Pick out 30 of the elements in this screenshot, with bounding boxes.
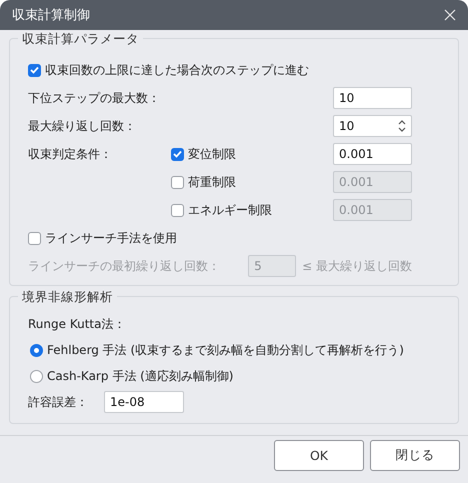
field-label: 最大繰り返し回数： (28, 118, 137, 134)
field-label: ラインサーチの最初繰り返し回数： (28, 258, 221, 274)
field-label: 許容誤差： (28, 394, 89, 410)
checkbox-label: 変位制限 (188, 146, 236, 162)
field-label: 下位ステップの最大数： (28, 90, 161, 106)
input-field[interactable]: 1e-08 (104, 391, 184, 413)
radio-button[interactable] (30, 344, 43, 356)
group-title: 収束計算パラメータ (18, 31, 143, 48)
field-suffix: ≤ 最大繰り返し回数 (302, 258, 412, 274)
radio-label: Cash-Karp 手法 (適応刻み幅制御) (47, 368, 234, 384)
checkbox[interactable] (28, 64, 41, 76)
radio-label: Fehlberg 手法 (収束するまで刻み幅を自動分割して再解析を行う) (47, 342, 404, 358)
checkbox-label: ラインサーチ手法を使用 (45, 230, 177, 246)
group-title: 境界非線形解析 (18, 289, 117, 306)
spinner-arrows-icon[interactable] (398, 119, 406, 133)
input-field[interactable]: 10 (333, 87, 412, 109)
checkbox-label: エネルギー制限 (188, 202, 272, 218)
radio-button[interactable] (30, 370, 43, 382)
checkbox[interactable] (28, 232, 41, 244)
checkbox-label: 収束回数の上限に達した場合次のステップに進む (45, 62, 309, 78)
dialog-button[interactable]: OK (274, 440, 364, 471)
field-label: 収束判定条件： (28, 146, 113, 162)
input-field[interactable]: 0.001 (333, 143, 412, 165)
field-label: Runge Kutta法： (28, 316, 126, 332)
close-icon[interactable] (444, 9, 456, 21)
spin-field[interactable]: 10 (333, 115, 412, 137)
window-title: 収束計算制御 (12, 7, 90, 24)
dialog-button[interactable]: 閉じる (370, 440, 460, 471)
checkbox[interactable] (171, 148, 184, 160)
checkbox-label: 荷重制限 (188, 174, 236, 190)
